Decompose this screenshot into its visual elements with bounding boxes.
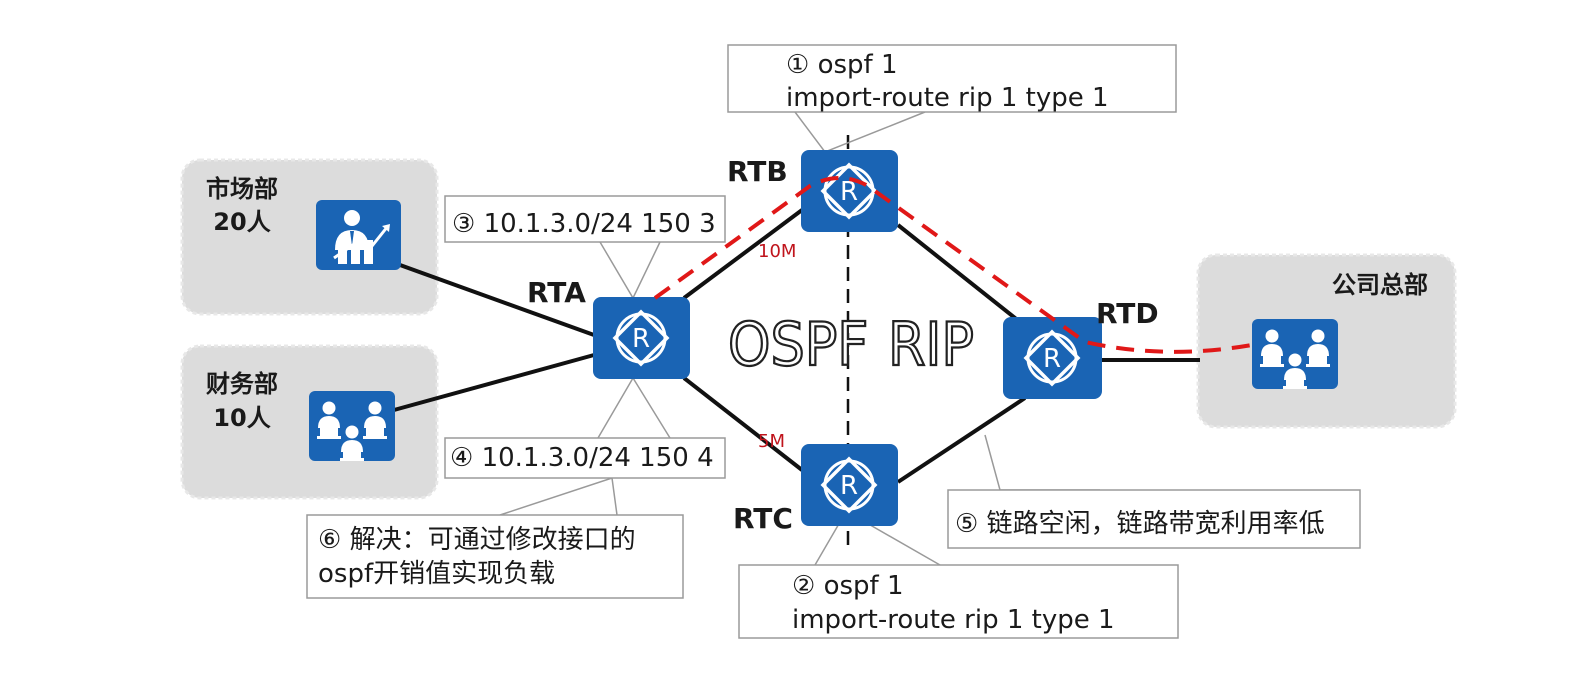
callout-1-pointer <box>794 111 926 153</box>
svg-text:R: R <box>1043 344 1061 374</box>
rip-zone-label: RIP <box>888 310 974 380</box>
network-diagram: 市场部 20人 财务部 10人 公司总部 OSPF RIP 10M 5M ① o… <box>180 44 1457 639</box>
finance-department-name: 财务部 <box>206 370 278 398</box>
callout-6-pointer <box>499 477 618 516</box>
callout-1-line1: ① ospf 1 <box>786 50 898 80</box>
svg-text:R: R <box>840 471 858 501</box>
market-department-count: 20人 <box>213 208 270 236</box>
router-rta: R <box>593 297 690 379</box>
callout-2-line2: import-route rip 1 type 1 <box>792 605 1115 635</box>
callout-6-line2: ospf开销值实现负载 <box>318 559 555 589</box>
callout-5-text: ⑤ 链路空闲，链路带宽利用率低 <box>955 509 1325 539</box>
router-rta-label: RTA <box>527 276 586 309</box>
callout-2-line1: ② ospf 1 <box>792 571 904 601</box>
router-rtb: R <box>801 150 898 232</box>
callout-4-pointer <box>597 376 671 439</box>
hq-department-name: 公司总部 <box>1332 271 1428 299</box>
link-rtc-rtd <box>896 396 1027 484</box>
router-rtd-label: RTD <box>1096 297 1159 330</box>
finance-department-count: 10人 <box>213 404 270 432</box>
callout-5-pointer <box>984 434 1100 491</box>
link-rtb-rtd <box>896 223 1022 324</box>
ospf-zone-label: OSPF <box>728 310 868 380</box>
callout-3-text: ③ 10.1.3.0/24 150 3 <box>452 209 716 239</box>
router-rtd: R <box>1003 317 1102 399</box>
team-icon <box>309 391 395 461</box>
router-rtc-label: RTC <box>733 502 793 535</box>
router-rtb-label: RTB <box>727 155 788 188</box>
callout-2-pointer <box>814 521 941 566</box>
businessman-chart-icon <box>316 200 401 270</box>
team-icon <box>1252 319 1338 389</box>
callout-3-pointer <box>599 241 661 300</box>
bandwidth-rta-rtc: 5M <box>758 431 785 452</box>
market-department-name: 市场部 <box>206 175 278 203</box>
callout-1-line2: import-route rip 1 type 1 <box>786 83 1109 113</box>
callout-4-text: ④ 10.1.3.0/24 150 4 <box>450 443 714 473</box>
router-rtc: R <box>801 444 898 526</box>
callout-6-line1: ⑥ 解决：可通过修改接口的 <box>318 525 636 555</box>
bandwidth-rta-rtb: 10M <box>758 241 796 262</box>
svg-text:R: R <box>632 324 650 354</box>
